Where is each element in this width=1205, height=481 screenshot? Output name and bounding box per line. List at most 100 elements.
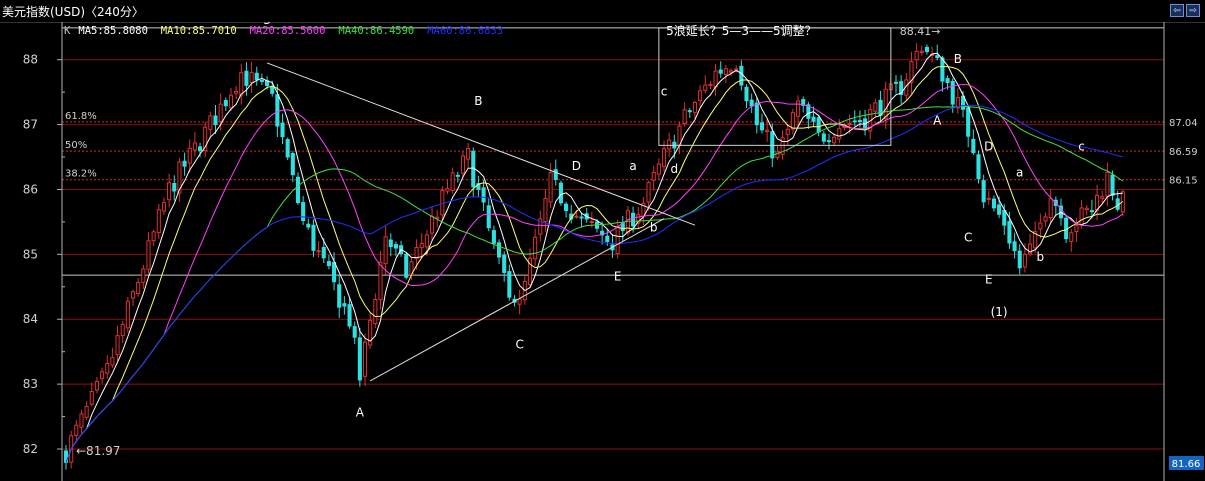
candle-body xyxy=(703,84,708,91)
candle-body xyxy=(883,88,888,120)
candle-body xyxy=(533,236,538,260)
candle-layer xyxy=(63,43,1125,470)
candle-body xyxy=(811,116,816,122)
candle-body xyxy=(115,335,120,356)
wave-label: A xyxy=(356,406,365,420)
wave-label: 5浪延长？5—3——5调整？ xyxy=(666,23,817,38)
candle-body xyxy=(275,94,280,127)
candle-body xyxy=(821,133,826,142)
wave-label: D xyxy=(572,159,581,173)
wave-label: (1) xyxy=(991,305,1008,319)
box-annotation xyxy=(658,27,892,146)
candle-body xyxy=(971,138,976,154)
candle-body xyxy=(357,337,362,381)
candle-body xyxy=(234,90,239,94)
candle-body xyxy=(445,188,450,192)
candle-body xyxy=(228,94,234,109)
candle-body xyxy=(631,212,636,227)
candle-body xyxy=(105,362,110,374)
wave-label: B xyxy=(474,94,482,108)
candle-body xyxy=(832,136,837,144)
candle-body xyxy=(940,57,945,82)
candle-body xyxy=(754,102,759,126)
wave-label: E xyxy=(614,269,622,283)
candle-body xyxy=(997,204,1002,215)
candle-body xyxy=(373,298,378,325)
candle-body xyxy=(187,147,192,164)
candle-body xyxy=(388,239,393,248)
candle-body xyxy=(429,215,435,234)
candle-body xyxy=(270,86,275,94)
candle-body xyxy=(167,182,172,201)
candle-body xyxy=(1105,171,1110,197)
candle-body xyxy=(337,284,342,308)
ma-legend-item: K xyxy=(64,25,71,37)
candle-body xyxy=(440,190,445,216)
candle-body xyxy=(146,240,151,270)
candle-body xyxy=(1069,232,1074,243)
candle-body xyxy=(393,244,398,249)
wave-label: c xyxy=(1078,140,1085,154)
candle-body xyxy=(84,406,89,418)
candle-body xyxy=(558,182,563,204)
candle-body xyxy=(1100,196,1105,199)
candle-body xyxy=(548,172,553,203)
candle-body xyxy=(280,122,285,138)
candle-body xyxy=(976,154,981,180)
window-next-icon[interactable]: ⇨ xyxy=(1186,4,1200,17)
trendline xyxy=(369,218,665,382)
candle-body xyxy=(1048,198,1053,219)
candle-body xyxy=(244,70,249,86)
candle-body xyxy=(667,139,672,150)
candle-body xyxy=(1064,217,1069,240)
candle-body xyxy=(94,380,99,391)
candle-body xyxy=(837,128,842,140)
candle-body xyxy=(497,242,502,258)
candle-body xyxy=(192,142,197,151)
y-tick-label: 82 xyxy=(23,442,38,456)
ma5-line xyxy=(65,52,1123,463)
candle-body xyxy=(450,172,455,191)
fib-label: 50% xyxy=(65,140,87,151)
wave-label: A xyxy=(933,114,942,128)
candle-body xyxy=(1043,216,1048,222)
candle-body xyxy=(1038,222,1043,230)
candle-body xyxy=(156,209,161,234)
wave-label: a xyxy=(629,159,636,173)
candle-body xyxy=(661,148,667,168)
candle-body xyxy=(455,174,460,177)
candle-body xyxy=(89,390,94,405)
candle-body xyxy=(208,115,213,130)
candle-body xyxy=(765,129,770,133)
y-tick-label: 83 xyxy=(23,377,38,391)
candle-body xyxy=(698,90,703,101)
candle-body xyxy=(950,80,955,105)
candle-body xyxy=(919,50,924,54)
wave-label: B xyxy=(954,52,962,66)
candle-body xyxy=(564,203,569,212)
fib-value-label: 86.15 xyxy=(1169,176,1198,187)
candle-body xyxy=(491,230,496,244)
ma40-line xyxy=(65,105,1124,463)
candle-body xyxy=(419,243,424,249)
max-price-label: 88.41→ xyxy=(900,25,941,38)
candle-body xyxy=(924,46,929,53)
candle-body xyxy=(770,131,775,159)
candle-body xyxy=(615,225,620,254)
candle-body xyxy=(656,163,661,175)
candle-body xyxy=(352,326,357,338)
candle-body xyxy=(847,123,852,126)
candle-body xyxy=(852,120,857,123)
candle-body xyxy=(141,268,146,283)
candle-body xyxy=(1084,207,1089,211)
window-prev-icon[interactable]: ⇦ xyxy=(1170,4,1184,17)
wave-label: D xyxy=(984,140,993,154)
candle-body xyxy=(1007,221,1012,244)
min-price-label: ←81.97 xyxy=(76,444,120,458)
candle-body xyxy=(785,128,790,135)
candle-body xyxy=(378,261,383,301)
candlestick-chart[interactable]: 61.8%87.0450%86.5938.2%86.15 3ABCDabEcd5… xyxy=(0,22,1205,481)
fib-label: 61.8% xyxy=(65,111,97,122)
candle-body xyxy=(986,197,991,200)
candle-body xyxy=(481,187,486,203)
